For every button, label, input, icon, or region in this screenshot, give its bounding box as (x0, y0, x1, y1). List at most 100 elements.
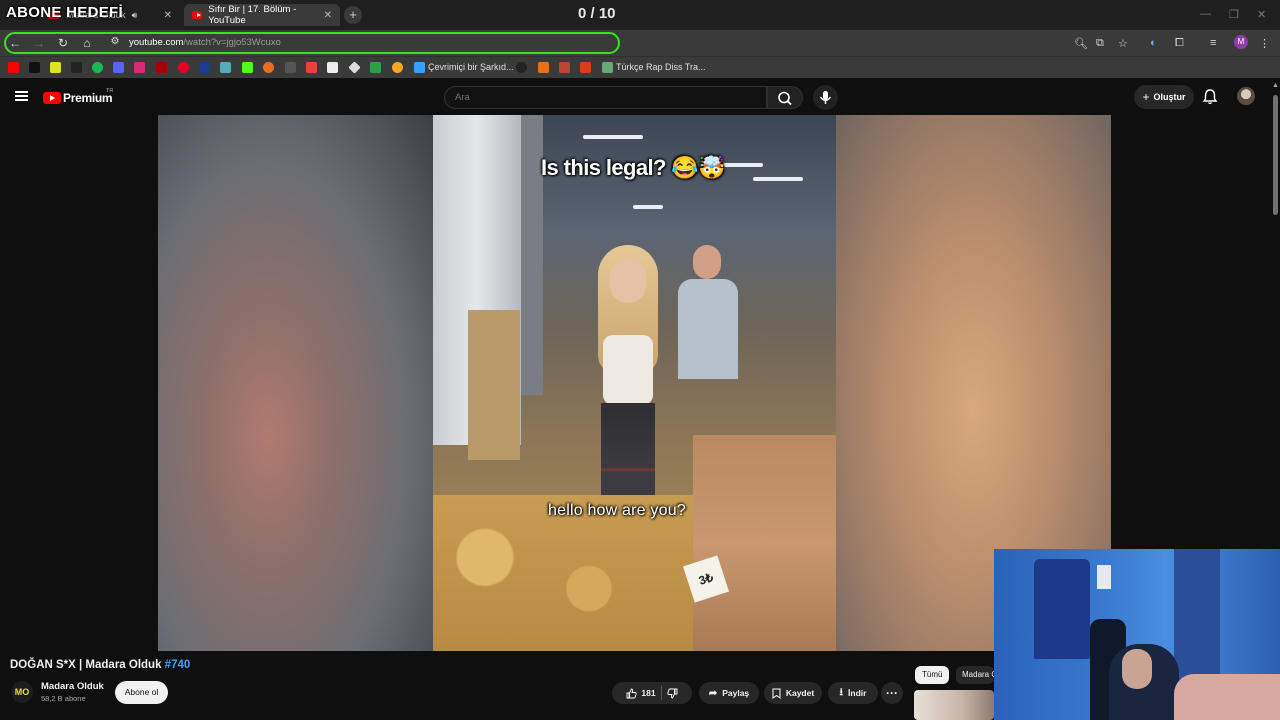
subscriber-goal-label: ABONE HEDEFİ (6, 4, 123, 21)
bookmark-orange-icon[interactable] (263, 62, 274, 73)
webcam-streamer-face (1122, 649, 1152, 689)
thumbs-down-icon[interactable] (666, 688, 678, 699)
url-path: /watch?v=jgjo53Wcuxo (183, 37, 281, 48)
bookmark-red-icon[interactable] (156, 62, 167, 73)
webcam-jersey (1034, 559, 1090, 659)
share-arrow-icon: ➦ (708, 687, 718, 699)
bookmark-green-icon[interactable] (370, 62, 381, 73)
bookmark-label-song[interactable]: Çevrimiçi bir Şarkıd... (428, 62, 514, 72)
search-input[interactable] (444, 86, 767, 109)
recommended-video-thumbnail[interactable] (914, 690, 994, 720)
maximize-icon[interactable]: ❐ (1229, 8, 1239, 21)
extension-icon[interactable]: ◐ (1150, 37, 1157, 49)
bookmark-star-icon[interactable]: ☆ (1118, 37, 1128, 50)
bookmark-spotify-icon[interactable] (92, 62, 103, 73)
forward-icon[interactable]: → (31, 36, 47, 50)
search-button[interactable] (767, 86, 803, 109)
bookmark-s-icon[interactable] (50, 62, 61, 73)
video-hashtag[interactable]: #740 (165, 659, 191, 671)
ceiling-light (633, 205, 663, 209)
close-tab-icon[interactable]: ✕ (324, 10, 332, 21)
create-button[interactable]: + Oluştur (1134, 85, 1194, 109)
install-app-icon[interactable]: ⧉ (1096, 37, 1104, 50)
bookmark-yellow-icon[interactable] (392, 62, 403, 73)
close-tab-icon[interactable]: ✕ (164, 10, 172, 21)
save-button[interactable]: Kaydet (764, 682, 822, 704)
bookmark-rap-icon[interactable] (602, 62, 613, 73)
download-button[interactable]: ⭳ İndir (828, 682, 878, 704)
share-label: Paylaş (722, 688, 750, 698)
scroll-up-icon[interactable]: ▲ (1272, 82, 1279, 89)
bookmark-orange2-icon[interactable] (538, 62, 549, 73)
subscribe-button[interactable]: Abone ol (115, 681, 168, 704)
share-button[interactable]: ➦ Paylaş (699, 682, 759, 704)
chip-channel[interactable]: Madara Olduk (956, 666, 994, 684)
reload-icon[interactable]: ↻ (55, 36, 71, 50)
webcam-poster (1097, 565, 1111, 589)
zoom-icon[interactable]: 🔍︎ (1074, 37, 1088, 50)
video-title: DOĞAN S*X | Madara Olduk #740 (10, 659, 190, 671)
video-player[interactable]: 3₺ Is this legal? 😂🤯 hello how are you? (158, 115, 1111, 651)
youtube-favicon-icon (192, 11, 203, 19)
region-code: TR (106, 88, 114, 94)
bookmark-music-icon[interactable] (414, 62, 425, 73)
bookmark-red3-icon[interactable] (580, 62, 591, 73)
bookmark-slash-icon[interactable] (285, 62, 296, 73)
address-bar[interactable] (4, 32, 620, 54)
bookmark-doc-icon[interactable] (327, 62, 338, 73)
close-window-icon[interactable]: ✕ (1257, 8, 1266, 21)
bookmark-instagram-icon[interactable] (134, 62, 145, 73)
bookmark-discord-icon[interactable] (113, 62, 124, 73)
bookmark-dark-icon[interactable] (516, 62, 527, 73)
bookmark-tool-icon[interactable] (220, 62, 231, 73)
media-controls-icon[interactable]: ≡ (1210, 37, 1216, 49)
ambient-blur-left (158, 115, 433, 651)
profile-avatar-icon[interactable]: M (1234, 35, 1248, 49)
microphone-icon (819, 91, 832, 104)
bookmark-tiktok-icon[interactable] (29, 62, 40, 73)
url-text[interactable]: youtube.com/watch?v=jgjo53Wcuxo (129, 37, 281, 48)
search-icon (778, 91, 792, 106)
like-button[interactable]: 181 (626, 688, 656, 699)
subscriber-count: 58,2 B abone (41, 694, 86, 703)
bookmarks-bar: Çevrimiçi bir Şarkıd... Türkçe Rap Diss … (0, 56, 1280, 78)
bookmark-diamond-icon[interactable] (348, 61, 361, 74)
bookmark-red2-icon[interactable] (559, 62, 570, 73)
browser-tab-bar: Madara Olduk 🔊︎ ✕ Sıfır Bir | 17. Bölüm … (0, 0, 1280, 30)
channel-name[interactable]: Madara Olduk (41, 681, 104, 692)
video-frame[interactable]: 3₺ Is this legal? 😂🤯 hello how are you? (433, 115, 836, 651)
speaker-icon[interactable]: 🔊︎ (132, 10, 138, 21)
more-actions-button[interactable]: ··· (881, 682, 903, 704)
bookmark-x-icon[interactable] (71, 62, 82, 73)
streamer-webcam-overlay (994, 549, 1280, 720)
tab-sifir-bir[interactable]: Sıfır Bir | 17. Bölüm - YouTube ✕ (184, 4, 340, 26)
browser-toolbar: ← → ↻ ⌂ ⚙︎ youtube.com/watch?v=jgjo53Wcu… (0, 30, 1280, 56)
chip-all[interactable]: Tümü (915, 666, 950, 684)
like-count: 181 (641, 688, 656, 698)
bookmark-kick-icon[interactable] (242, 62, 253, 73)
new-tab-button[interactable]: + (344, 6, 362, 24)
bookmark-pinterest-icon[interactable] (178, 62, 189, 73)
scrollbar-thumb[interactable] (1273, 95, 1278, 215)
video-caption-top: Is this legal? 😂🤯 (541, 155, 726, 180)
youtube-logo-icon[interactable] (43, 92, 61, 104)
menu-hamburger-icon[interactable] (15, 91, 28, 101)
voice-search-button[interactable] (813, 85, 838, 110)
notifications-bell-icon[interactable] (1202, 88, 1218, 106)
video-title-text: DOĞAN S*X | Madara Olduk (10, 659, 165, 671)
menu-kebab-icon[interactable]: ⋮ (1259, 37, 1270, 50)
bookmark-label-rap[interactable]: Türkçe Rap Diss Tra... (616, 62, 706, 72)
bookmark-dm-icon[interactable] (199, 62, 210, 73)
home-icon[interactable]: ⌂ (79, 36, 95, 50)
more-horizontal-icon: ··· (886, 686, 898, 700)
user-avatar[interactable] (1237, 87, 1255, 105)
bookmark-youtube-icon[interactable] (8, 62, 19, 73)
back-icon[interactable]: ← (7, 36, 23, 50)
minimize-icon[interactable]: — (1200, 8, 1211, 20)
extensions-puzzle-icon[interactable]: ⧠ (1175, 37, 1184, 50)
bookmark-gmail-icon[interactable] (306, 62, 317, 73)
download-label: İndir (848, 688, 867, 698)
site-settings-icon[interactable]: ⚙︎ (107, 36, 123, 47)
youtube-premium-logo[interactable]: Premium (63, 91, 113, 105)
channel-avatar[interactable]: MO (11, 681, 33, 703)
